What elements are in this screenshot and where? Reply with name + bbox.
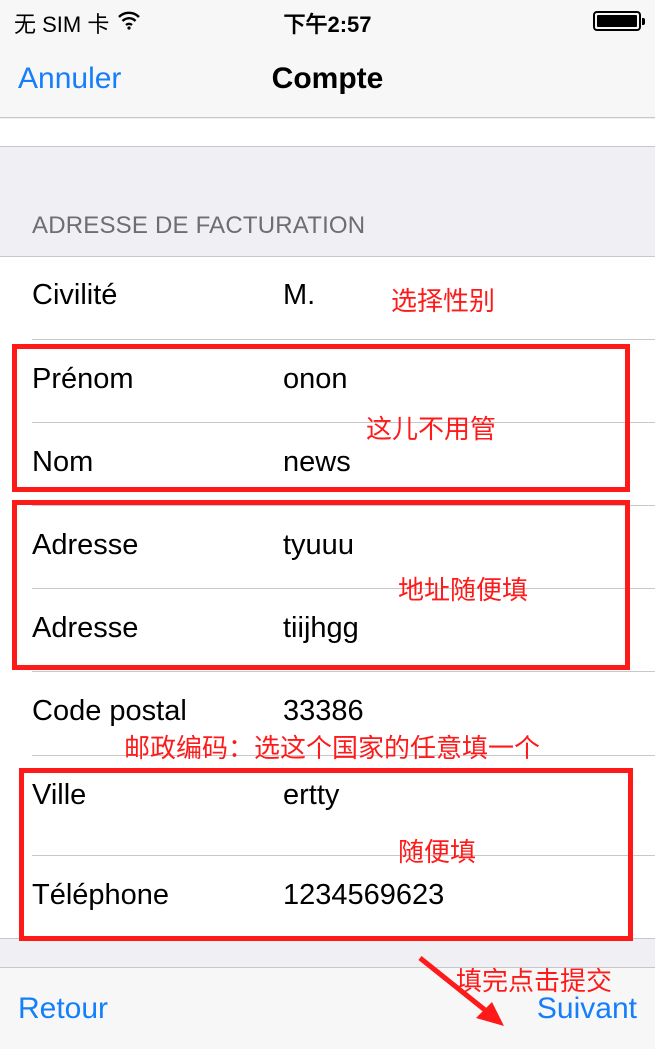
field-value[interactable]: M. xyxy=(283,279,315,312)
previous-section-bottom xyxy=(0,119,655,147)
field-label: Code postal xyxy=(32,695,187,727)
annotation-address: 地址随便填 xyxy=(398,575,529,605)
annotation-box-address xyxy=(12,500,630,670)
annotation-fill-any: 随便填 xyxy=(398,837,477,867)
row-divider xyxy=(32,339,655,340)
status-bar: 无 SIM 卡 下午2:57 xyxy=(0,0,655,40)
arrow-icon xyxy=(418,956,504,1026)
field-label: Civilité xyxy=(32,279,118,311)
row-divider xyxy=(32,671,655,672)
field-value[interactable]: 33386 xyxy=(283,695,364,728)
back-button[interactable]: Retour xyxy=(18,992,108,1026)
navigation-bar: Annuler Compte xyxy=(0,40,655,118)
battery-icon xyxy=(593,11,645,31)
page-title: Compte xyxy=(271,62,384,95)
annotation-postal: 邮政编码：选这个国家的任意填一个 xyxy=(124,733,541,763)
annotation-box-city-phone xyxy=(19,768,633,941)
section-header: ADRESSE DE FACTURATION xyxy=(32,212,366,239)
annotation-ignore: 这儿不用管 xyxy=(366,414,497,444)
status-time: 下午2:57 xyxy=(283,12,372,37)
annotation-box-name xyxy=(12,344,630,492)
annotation-gender: 选择性别 xyxy=(391,286,496,316)
